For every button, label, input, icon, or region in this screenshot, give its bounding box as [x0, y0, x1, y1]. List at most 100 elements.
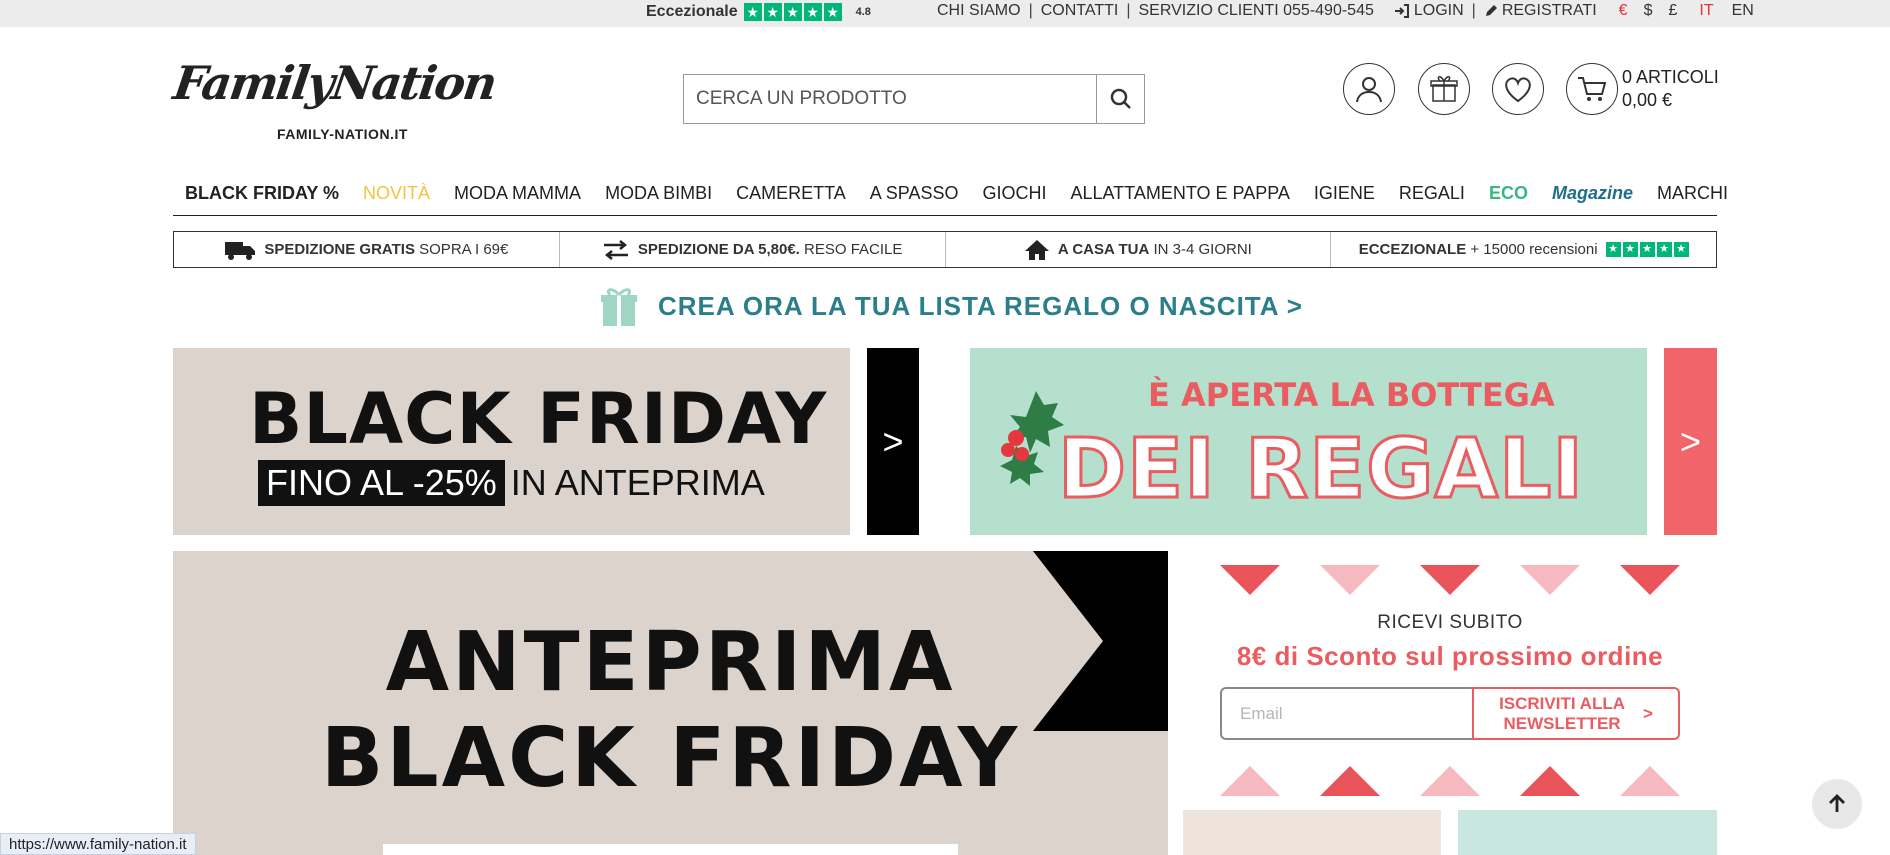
- usp-bar: SPEDIZIONE GRATIS SOPRA I 69€ SPEDIZIONE…: [173, 231, 1717, 268]
- nav-eco[interactable]: ECO: [1477, 183, 1540, 204]
- hero-banner[interactable]: ANTEPRIMA BLACK FRIDAY: [173, 551, 1168, 855]
- gift-icon: [1430, 76, 1458, 102]
- nav-cameretta[interactable]: CAMERETTA: [724, 183, 858, 204]
- home-icon: [1024, 239, 1049, 260]
- star-icon: ★: [1673, 242, 1689, 257]
- review-stars: ★ ★ ★ ★ ★: [1605, 242, 1689, 257]
- star-icon: ★: [1639, 242, 1655, 257]
- regali-arrow: >: [1679, 420, 1702, 462]
- nav-allattamento[interactable]: ALLATTAMENTO E PAPPA: [1058, 183, 1301, 204]
- link-servizio-clienti[interactable]: SERVIZIO CLIENTI 055-490-545: [1139, 2, 1374, 20]
- nav-moda-mamma[interactable]: MODA MAMMA: [442, 183, 593, 204]
- star-icon: ★: [783, 3, 802, 21]
- star-icon: ★: [803, 3, 822, 21]
- newsletter-email-input[interactable]: [1220, 687, 1472, 740]
- nav-regali[interactable]: REGALI: [1387, 183, 1477, 204]
- usp-4-rest: + 15000 recensioni: [1466, 241, 1598, 258]
- currency-euro[interactable]: €: [1619, 2, 1628, 20]
- star-icon: ★: [1622, 242, 1638, 257]
- back-to-top-button[interactable]: [1812, 779, 1862, 829]
- usp-1-bold: SPEDIZIONE GRATIS: [264, 241, 415, 258]
- nav-novita[interactable]: NOVITÀ: [351, 183, 442, 204]
- product-thumbnail[interactable]: [1458, 810, 1717, 855]
- newsletter-form: ISCRIVITI ALLANEWSLETTER >: [1220, 687, 1680, 740]
- black-friday-preview: IN ANTEPRIMA: [510, 462, 765, 503]
- nav-black-friday[interactable]: BLACK FRIDAY %: [173, 183, 351, 204]
- hero-line-1: ANTEPRIMA: [385, 615, 956, 710]
- usp-delivery-time: A CASA TUA IN 3-4 GIORNI: [946, 232, 1332, 267]
- usp-3-bold: A CASA TUA: [1057, 241, 1150, 258]
- holly-icon: [1000, 391, 1064, 486]
- login-label: LOGIN: [1413, 2, 1464, 19]
- regali-big-text: DEI REGALI: [1057, 421, 1585, 519]
- nav-marchi[interactable]: MARCHI: [1645, 183, 1740, 204]
- nav-igiene[interactable]: IGIENE: [1302, 183, 1387, 204]
- newsletter-offer: 8€ di Sconto sul prossimo ordine: [1236, 641, 1664, 671]
- regali-arrow-button[interactable]: >: [1664, 348, 1717, 535]
- nav-moda-bimbi[interactable]: MODA BIMBI: [593, 183, 724, 204]
- regali-banner[interactable]: È APERTA LA BOTTEGA DEI REGALI: [970, 348, 1647, 535]
- top-bar: Eccezionale ★ ★ ★ ★ ★ 4.8 CHI SIAMO | CO…: [0, 0, 1890, 27]
- usp-free-shipping: SPEDIZIONE GRATIS SOPRA I 69€: [174, 232, 560, 267]
- nav-magazine[interactable]: Magazine: [1540, 183, 1645, 204]
- cart-items: 0 ARTICOLI: [1622, 67, 1719, 87]
- cart-icon: [1578, 77, 1607, 101]
- search-input[interactable]: [684, 75, 1096, 123]
- cart-summary[interactable]: 0 ARTICOLI 0,00 €: [1622, 66, 1719, 112]
- subscribe-label: ISCRIVITI ALLA NEWSLETTER: [1499, 694, 1625, 734]
- triangle-pattern-top: [1220, 565, 1680, 595]
- status-bar-url: https://www.family-nation.it: [0, 833, 196, 855]
- gift-box-icon: [601, 288, 637, 326]
- trustpilot-score: 4.8: [855, 6, 871, 18]
- newsletter-subscribe-button[interactable]: ISCRIVITI ALLA NEWSLETTER >: [1472, 687, 1680, 740]
- site-logo[interactable]: FamilyNation FAMILY-NATION.IT: [170, 46, 499, 156]
- usp-reviews[interactable]: ECCEZIONALE + 15000 recensioni ★ ★ ★ ★ ★: [1331, 232, 1716, 267]
- gift-list-banner[interactable]: CREA ORA LA TUA LISTA REGALO O NASCITA >: [600, 285, 1303, 327]
- top-links: CHI SIAMO | CONTATTI | SERVIZIO CLIENTI …: [937, 2, 1754, 20]
- triangle-pattern-bottom: [1220, 766, 1680, 796]
- subscribe-line-2: NEWSLETTER: [1503, 713, 1621, 733]
- black-friday-banner[interactable]: BLACK FRIDAY FINO AL -25% IN ANTEPRIMA: [173, 348, 850, 535]
- arrow-up-icon: [1829, 794, 1845, 812]
- link-contatti[interactable]: CONTATTI: [1041, 2, 1119, 20]
- cart-button[interactable]: [1566, 63, 1618, 115]
- currency-dollar[interactable]: $: [1644, 2, 1653, 20]
- gift-list-button[interactable]: [1418, 63, 1470, 115]
- hero-line-2: BLACK FRIDAY: [320, 711, 1021, 806]
- usp-4-bold: ECCEZIONALE: [1358, 241, 1467, 258]
- star-icon: ★: [743, 3, 762, 21]
- nav-a-spasso[interactable]: A SPASSO: [858, 183, 971, 204]
- trustpilot-rating[interactable]: Eccezionale ★ ★ ★ ★ ★ 4.8: [646, 3, 871, 21]
- subscribe-arrow: >: [1643, 703, 1653, 723]
- exchange-icon: [603, 239, 628, 260]
- account-button[interactable]: [1343, 63, 1395, 115]
- logo-domain: FAMILY-NATION.IT: [277, 126, 408, 142]
- currency-pound[interactable]: £: [1668, 2, 1677, 20]
- search-button[interactable]: [1096, 75, 1144, 123]
- star-icon: ★: [1605, 242, 1621, 257]
- usp-shipping-return: SPEDIZIONE DA 5,80€. RESO FACILE: [560, 232, 946, 267]
- login-link[interactable]: LOGIN: [1394, 2, 1464, 20]
- user-icon: [1356, 77, 1382, 103]
- trustpilot-label: Eccezionale: [646, 3, 738, 20]
- nav-giochi[interactable]: GIOCHI: [970, 183, 1058, 204]
- usp-1-rest: SOPRA I 69€: [414, 241, 509, 258]
- product-thumbnail[interactable]: [1183, 810, 1441, 855]
- wishlist-button[interactable]: [1492, 63, 1544, 115]
- newsletter-label: RICEVI SUBITO: [1377, 612, 1523, 633]
- link-chi-siamo[interactable]: CHI SIAMO: [937, 2, 1021, 20]
- usp-2-bold: SPEDIZIONE DA 5,80€.: [637, 241, 800, 258]
- language-en[interactable]: EN: [1732, 2, 1754, 20]
- hero-cta-box[interactable]: [383, 844, 958, 855]
- register-link[interactable]: REGISTRATI: [1484, 2, 1597, 20]
- usp-2-rest: RESO FACILE: [799, 241, 903, 258]
- separator: |: [1471, 2, 1476, 19]
- language-it[interactable]: IT: [1699, 2, 1713, 20]
- black-friday-arrow-button[interactable]: >: [867, 348, 919, 535]
- gift-list-text: CREA ORA LA TUA LISTA REGALO O NASCITA >: [658, 290, 1303, 321]
- star-icon: ★: [823, 3, 842, 21]
- black-friday-discount: FINO AL -25%: [258, 460, 505, 506]
- login-icon: [1394, 4, 1409, 18]
- black-friday-arrow: >: [882, 420, 904, 462]
- main-nav: BLACK FRIDAY % NOVITÀ MODA MAMMA MODA BI…: [173, 172, 1728, 216]
